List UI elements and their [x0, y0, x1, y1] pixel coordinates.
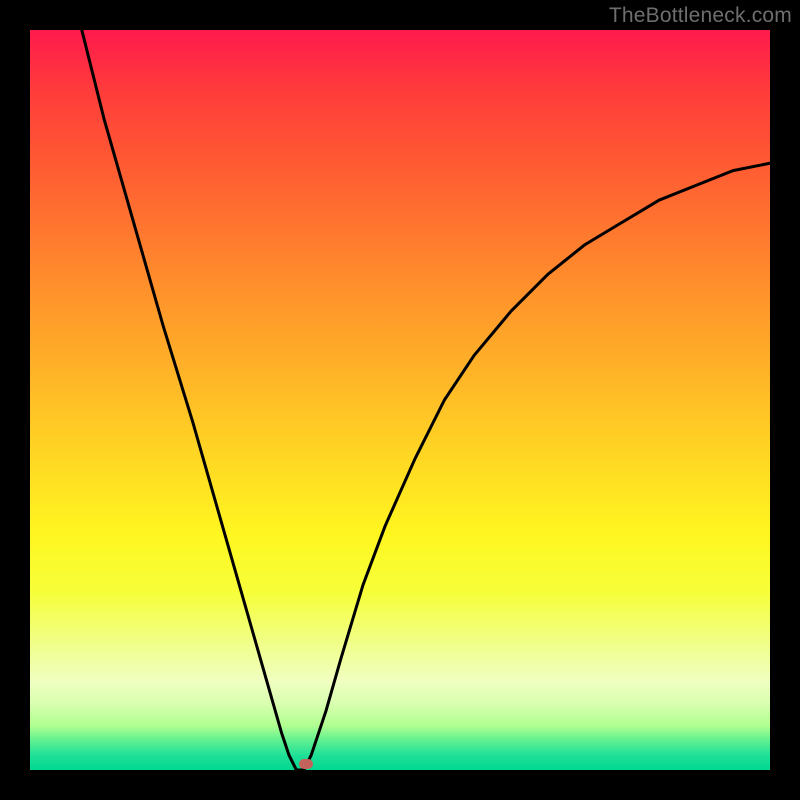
chart-plot-area [30, 30, 770, 770]
watermark-label: TheBottleneck.com [609, 4, 792, 28]
chart-frame: TheBottleneck.com [0, 0, 800, 800]
optimal-point-marker [299, 759, 313, 769]
bottleneck-curve [30, 30, 770, 770]
